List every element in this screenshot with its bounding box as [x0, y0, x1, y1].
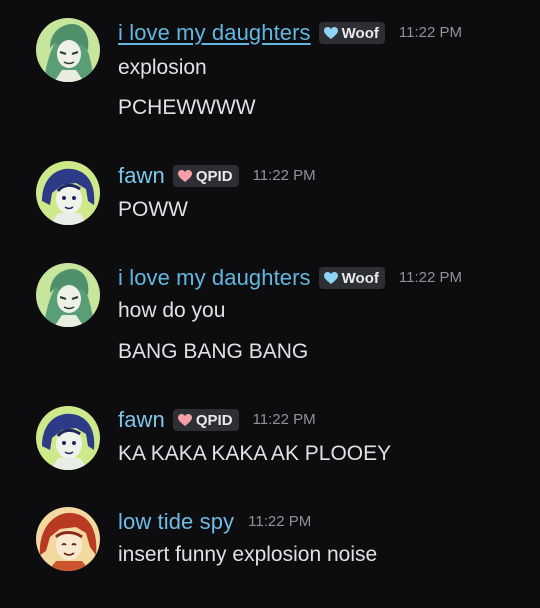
guild-tag-label: QPID	[195, 411, 233, 429]
message-header: i love my daughters Woof 11:22 PM	[118, 18, 462, 48]
guild-tag[interactable]: QPID	[172, 409, 239, 431]
guild-tag[interactable]: Woof	[318, 267, 385, 289]
avatar-image	[36, 263, 100, 327]
blue-heart-icon	[323, 26, 338, 39]
guild-tag[interactable]: Woof	[318, 22, 385, 44]
message-header: i love my daughters Woof 11:22 PM	[118, 263, 462, 293]
username[interactable]: fawn	[118, 162, 165, 190]
message-line: PCHEWWWW	[118, 96, 256, 119]
avatar-low-tide-spy[interactable]	[36, 507, 100, 571]
guild-tag-label: Woof	[341, 269, 379, 287]
avatar-i-love-my-daughters[interactable]	[36, 263, 100, 327]
message-line: POWW	[118, 198, 188, 221]
avatar-image	[36, 406, 100, 470]
message-line: insert funny explosion noise	[118, 543, 378, 566]
username[interactable]: low tide spy	[118, 508, 234, 536]
message-line: BANG BANG BANG	[118, 340, 309, 363]
message-line: how do you	[118, 299, 226, 322]
message-header: fawn QPID 11:22 PM	[118, 161, 316, 191]
username[interactable]: i love my daughters	[118, 19, 311, 47]
guild-tag-label: Woof	[341, 24, 379, 42]
chat-log: i love my daughters Woof 11:22 PM explos…	[0, 0, 540, 608]
timestamp[interactable]: 11:22 PM	[253, 166, 316, 186]
timestamp[interactable]: 11:22 PM	[253, 410, 316, 430]
avatar-image	[36, 507, 100, 571]
timestamp[interactable]: 11:22 PM	[248, 512, 311, 532]
avatar-image	[36, 161, 100, 225]
message-line: KA KAKA KAKA AK PLOOEY	[118, 442, 392, 465]
username[interactable]: fawn	[118, 406, 165, 434]
message-header: fawn QPID 11:22 PM	[118, 405, 316, 435]
pink-heart-icon	[177, 169, 192, 182]
blue-heart-icon	[323, 271, 338, 284]
guild-tag[interactable]: QPID	[172, 165, 239, 187]
avatar-fawn[interactable]	[36, 161, 100, 225]
avatar-fawn[interactable]	[36, 406, 100, 470]
message-line: explosion	[118, 56, 207, 79]
message-header: low tide spy 11:22 PM	[118, 507, 311, 537]
avatar-i-love-my-daughters[interactable]	[36, 18, 100, 82]
username[interactable]: i love my daughters	[118, 264, 311, 292]
guild-tag-label: QPID	[195, 167, 233, 185]
avatar-image	[36, 18, 100, 82]
pink-heart-icon	[177, 413, 192, 426]
timestamp[interactable]: 11:22 PM	[399, 23, 462, 43]
timestamp[interactable]: 11:22 PM	[399, 268, 462, 288]
